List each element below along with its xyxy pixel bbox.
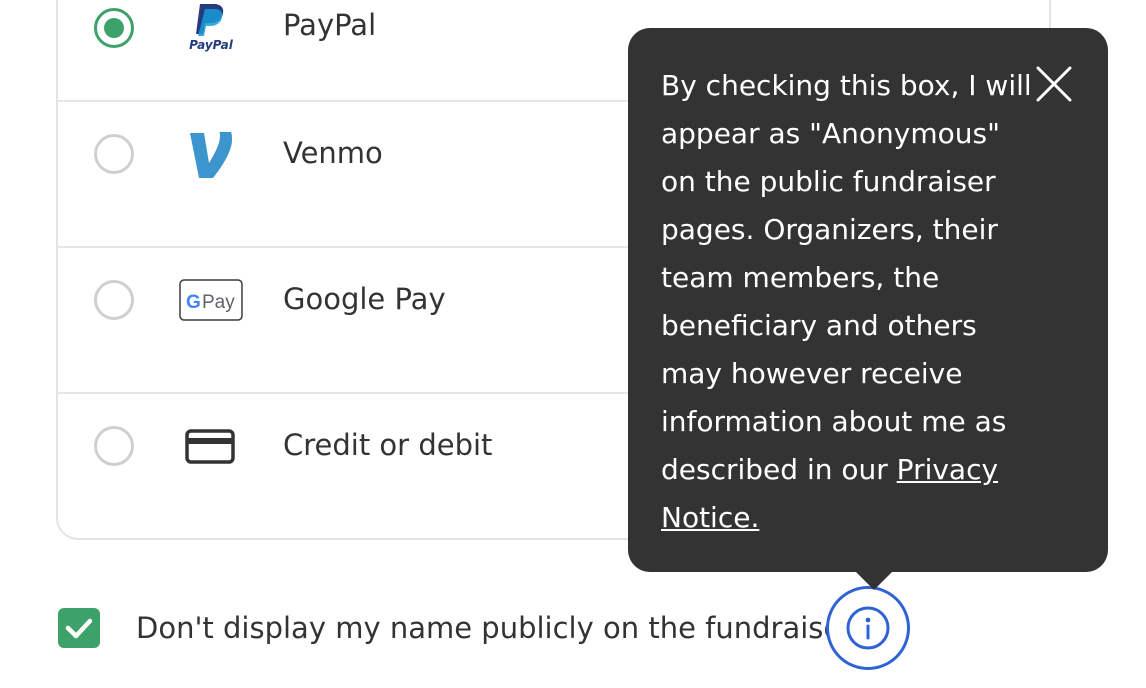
anonymous-label: Don't display my name publicly on the fu… [136, 611, 860, 645]
tooltip-close-button[interactable] [1034, 64, 1074, 104]
anonymous-info-tooltip: By checking this box, I will appear as "… [628, 28, 1108, 590]
credit-card-icon [178, 421, 244, 471]
card-label: Credit or debit [283, 428, 493, 462]
google-pay-label: Google Pay [283, 282, 446, 316]
card-radio[interactable] [94, 426, 134, 466]
info-button[interactable] [826, 586, 910, 670]
close-icon [1036, 66, 1072, 102]
checkmark-icon [65, 618, 93, 639]
google-pay-radio[interactable] [94, 280, 134, 320]
anonymous-checkbox[interactable] [58, 608, 100, 648]
info-icon [846, 606, 890, 650]
paypal-logo-icon: PayPal [178, 2, 244, 52]
svg-text:Pay: Pay [202, 292, 235, 313]
svg-text:PayPal: PayPal [189, 38, 234, 52]
paypal-label: PayPal [283, 8, 377, 42]
venmo-radio[interactable] [94, 134, 134, 174]
tooltip-text: By checking this box, I will appear as "… [661, 62, 1041, 542]
svg-text:G: G [186, 292, 201, 313]
venmo-label: Venmo [283, 136, 383, 170]
google-pay-logo-icon: G Pay [178, 275, 244, 325]
paypal-radio[interactable] [94, 8, 134, 48]
tooltip-body: By checking this box, I will appear as "… [661, 69, 1032, 486]
venmo-logo-icon [178, 129, 244, 179]
